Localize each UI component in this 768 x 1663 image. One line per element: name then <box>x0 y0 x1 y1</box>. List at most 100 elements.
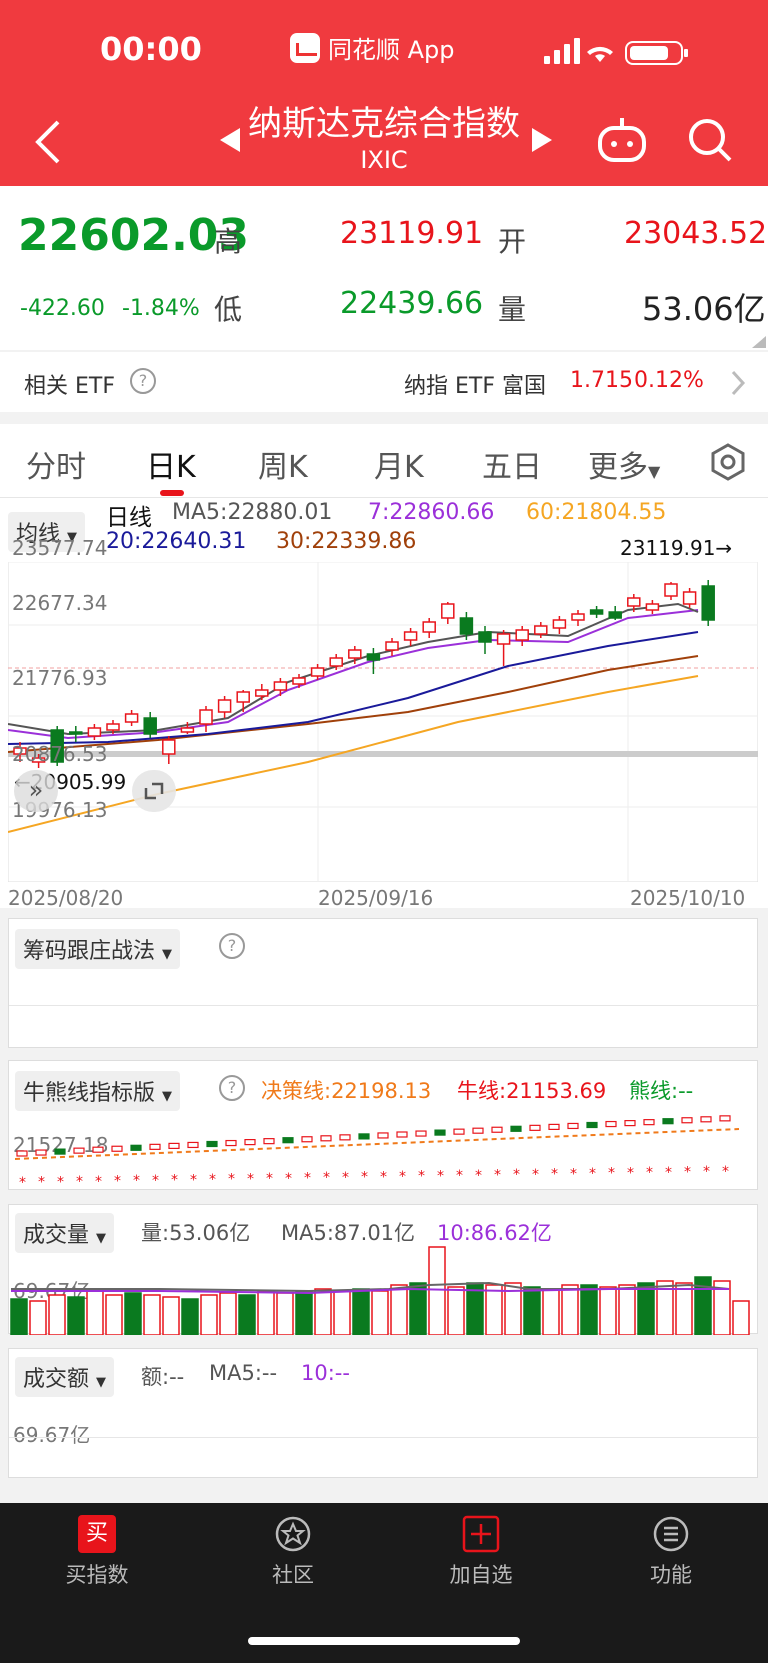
bull-star: * <box>513 1167 520 1183</box>
bull-bear-selector[interactable]: 牛熊线指标版 ▼ <box>15 1071 181 1111</box>
x-label-end: 2025/10/10 <box>630 886 746 910</box>
help-icon[interactable]: ? <box>219 1075 245 1101</box>
bull-star: * <box>418 1169 425 1185</box>
candle-body <box>441 603 455 619</box>
corner-triangle-icon <box>752 336 766 348</box>
tab-more-label: 更多 <box>588 450 648 485</box>
status-icons <box>544 38 688 65</box>
bull-candle <box>434 1129 446 1136</box>
bull-candle <box>643 1119 655 1126</box>
home-indicator <box>248 1637 520 1645</box>
page-subtitle: IXIC <box>360 146 408 174</box>
bull-star: * <box>456 1168 463 1184</box>
candle-body <box>143 717 157 735</box>
bull-candle <box>719 1115 731 1122</box>
bull-candle <box>453 1128 465 1135</box>
volume-bar <box>390 1284 408 1335</box>
quote-panel: 22602.03 -422.60 -1.84% 高 23119.91 开 230… <box>0 186 768 350</box>
divider <box>9 1005 759 1006</box>
bull-star: * <box>152 1173 159 1189</box>
volume-label: 量 <box>498 293 527 326</box>
tab-weekly-k[interactable]: 周K <box>258 442 308 486</box>
active-tab-indicator <box>160 490 184 496</box>
bottom-nav: 买 买指数 社区 加自选 功能 <box>0 1503 768 1663</box>
nav-buy[interactable]: 买 买指数 <box>22 1515 172 1589</box>
bull-star: * <box>475 1168 482 1184</box>
robot-icon[interactable] <box>596 116 648 164</box>
nav-community[interactable]: 社区 <box>218 1515 368 1589</box>
fullscreen-button[interactable] <box>132 770 176 812</box>
candle-body <box>180 727 195 733</box>
volume-bar <box>637 1282 655 1335</box>
bull-star: * <box>570 1166 577 1182</box>
etf-label: 相关 ETF <box>24 374 115 399</box>
bull-star: * <box>57 1174 64 1189</box>
candle-body <box>403 631 418 641</box>
bull-candle <box>358 1133 370 1140</box>
tab-monthly-k[interactable]: 月K <box>374 442 424 486</box>
volume-bar <box>732 1300 750 1335</box>
chip-selector-label: 筹码跟庄战法 <box>23 939 156 964</box>
nav-add-watchlist[interactable]: 加自选 <box>406 1515 556 1589</box>
bull-star: * <box>608 1166 615 1182</box>
candle-body <box>608 611 622 619</box>
bull-candle <box>700 1116 712 1123</box>
bull-candle <box>529 1124 541 1131</box>
volume-bar <box>10 1298 28 1335</box>
bull-star: * <box>361 1170 368 1186</box>
candle-body <box>199 709 213 725</box>
related-etf-row[interactable]: 相关 ETF ? 纳指 ETF 富国 1.715 0.12% <box>0 352 768 412</box>
tab-timeshare[interactable]: 分时 <box>26 442 86 486</box>
bull-star: * <box>19 1175 26 1189</box>
chip-selector[interactable]: 筹码跟庄战法 ▼ <box>15 929 181 969</box>
dropdown-icon: ▼ <box>96 1375 107 1390</box>
candle-body <box>236 691 250 703</box>
candle-body <box>552 619 567 629</box>
decision-line: 决策线:22198.13 <box>261 1079 432 1103</box>
tab-more[interactable]: 更多▼ <box>588 442 660 486</box>
turnover-selector-label: 成交额 <box>23 1367 90 1392</box>
volume-bar <box>333 1290 351 1335</box>
ma20-value: 20:22640.31 <box>106 529 247 554</box>
etf-name: 纳指 ETF 富国 <box>404 374 546 399</box>
help-icon[interactable]: ? <box>219 933 245 959</box>
next-index-icon[interactable] <box>530 126 554 154</box>
ma60-value: 60:21804.55 <box>526 500 667 525</box>
tab-daily-k[interactable]: 日K <box>146 442 196 486</box>
bull-star: * <box>133 1173 140 1189</box>
volume-bar <box>200 1294 218 1335</box>
settings-icon[interactable] <box>708 442 748 482</box>
expand-left-button[interactable]: » <box>14 770 58 812</box>
bull-candle <box>624 1120 636 1127</box>
candle-body <box>310 667 325 677</box>
app-logo-icon <box>290 32 320 63</box>
dropdown-icon: ▼ <box>162 947 173 962</box>
volume-bar <box>67 1296 85 1335</box>
bull-star: * <box>437 1168 444 1184</box>
bull-star: * <box>684 1165 691 1181</box>
bull-candle <box>396 1131 408 1138</box>
bull-star: * <box>722 1164 729 1180</box>
fullscreen-icon <box>144 782 164 800</box>
volume-bar <box>447 1286 465 1335</box>
volume-bar <box>409 1282 427 1335</box>
bull-star: * <box>171 1173 178 1189</box>
bull-star: * <box>532 1167 539 1183</box>
volume-bar <box>276 1292 294 1335</box>
status-time: 00:00 <box>100 30 202 68</box>
turnover-selector[interactable]: 成交额 ▼ <box>15 1357 115 1397</box>
tab-five-day[interactable]: 五日 <box>482 442 542 486</box>
menu-icon <box>653 1516 689 1552</box>
y-label-3: 21776.93 <box>12 666 108 690</box>
ma7-value: 7:22860.66 <box>368 500 495 525</box>
high-value: 23119.91 <box>340 216 484 251</box>
bull-star: * <box>551 1167 558 1183</box>
nav-functions[interactable]: 功能 <box>596 1515 746 1589</box>
bull-bear-selector-label: 牛熊线指标版 <box>23 1081 156 1106</box>
app-header: 00:00 同花顺 App 纳斯达克综合指数 IXIC <box>0 0 768 186</box>
low-value: 22439.66 <box>340 286 484 321</box>
bull-star: * <box>342 1170 349 1186</box>
x-label-mid: 2025/09/16 <box>318 886 434 910</box>
help-icon[interactable]: ? <box>130 368 156 394</box>
search-icon[interactable] <box>686 116 734 164</box>
